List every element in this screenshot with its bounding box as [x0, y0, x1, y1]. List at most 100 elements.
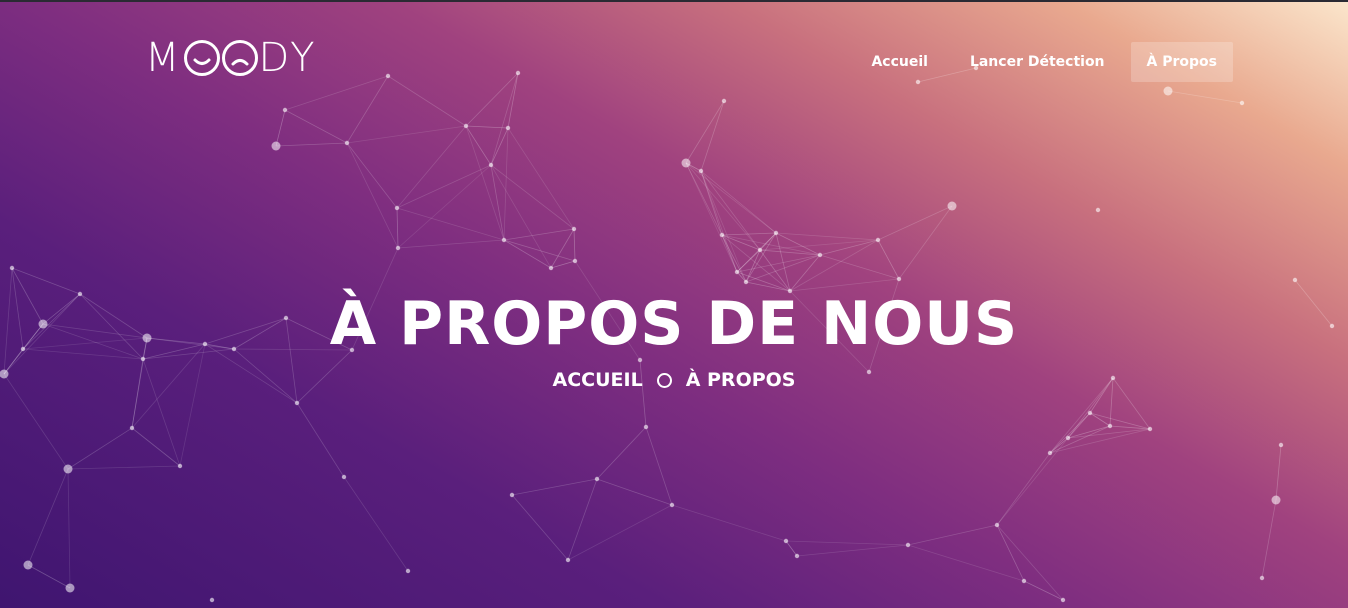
network-link — [1067, 428, 1151, 439]
network-link — [343, 476, 409, 572]
network-node — [1021, 578, 1027, 584]
network-node — [817, 252, 823, 258]
network-link — [503, 239, 552, 269]
network-link — [396, 164, 492, 209]
smile-face-icon — [183, 40, 220, 76]
logo-letters-dy: DY — [258, 35, 318, 81]
network-node — [129, 425, 135, 431]
network-node — [341, 474, 347, 480]
page-title: À PROPOS DE NOUS — [329, 289, 1019, 359]
network-node — [1259, 575, 1265, 581]
network-link — [131, 427, 181, 467]
network-node — [405, 568, 411, 574]
network-node — [947, 201, 957, 211]
logo[interactable]: M DY — [145, 36, 318, 80]
network-link — [396, 207, 505, 241]
network-link — [397, 164, 492, 249]
network-node — [23, 560, 33, 570]
network-node — [875, 237, 881, 243]
network-node — [1278, 442, 1284, 448]
network-link — [567, 504, 673, 561]
network-link — [700, 100, 725, 172]
network-link — [465, 125, 492, 166]
network-link — [721, 234, 747, 283]
network-link — [775, 232, 879, 241]
network-node — [1107, 423, 1113, 429]
nav-lancer-detection[interactable]: Lancer Détection — [954, 42, 1121, 82]
network-link — [745, 232, 777, 283]
navbar: M DY Accueil Lancer Détection À Propos — [0, 0, 1348, 100]
network-node — [9, 265, 15, 271]
network-link — [503, 239, 576, 262]
network-node — [1047, 450, 1053, 456]
network-node — [63, 464, 73, 474]
network-node — [177, 463, 183, 469]
network-link — [685, 162, 777, 234]
network-link — [275, 109, 286, 147]
network-node — [565, 557, 571, 563]
network-link — [1049, 412, 1091, 454]
network-link — [27, 564, 71, 589]
network-link — [397, 239, 505, 249]
network-link — [1261, 499, 1277, 579]
network-link — [1089, 412, 1111, 427]
network-link — [511, 494, 569, 561]
network-node — [994, 522, 1000, 528]
network-link — [877, 205, 953, 241]
network-node — [1292, 277, 1298, 283]
nav-a-propos[interactable]: À Propos — [1130, 42, 1233, 82]
network-link — [785, 540, 798, 557]
network-node — [757, 247, 763, 253]
network-node — [395, 245, 401, 251]
network-node — [1065, 435, 1071, 441]
network-node — [65, 583, 75, 593]
nav-accueil[interactable]: Accueil — [855, 42, 944, 82]
breadcrumb-home-link[interactable]: ACCUEIL — [553, 368, 643, 392]
network-node — [1239, 100, 1245, 106]
network-link — [1067, 425, 1111, 439]
network-link — [736, 249, 761, 273]
network-link — [346, 125, 467, 144]
logo-letter-m: M — [145, 35, 183, 81]
network-link — [1023, 580, 1064, 601]
network-link — [700, 170, 747, 283]
network-node — [572, 258, 578, 264]
network-node — [1271, 495, 1281, 505]
hero-title-block: À PROPOS DE NOUS ACCUEIL À PROPOS — [0, 288, 1348, 392]
network-node — [698, 168, 704, 174]
network-node — [488, 162, 494, 168]
network-link — [490, 127, 509, 166]
network-node — [294, 400, 300, 406]
network-node — [271, 141, 281, 151]
network-node — [548, 265, 554, 271]
network-node — [669, 502, 675, 508]
sad-face-icon — [221, 40, 258, 76]
network-link — [346, 142, 398, 209]
network-link — [67, 465, 181, 470]
network-node — [783, 538, 789, 544]
network-link — [346, 142, 399, 249]
network-node — [1095, 207, 1101, 213]
main-nav: Accueil Lancer Détection À Propos — [845, 42, 1233, 82]
network-link — [789, 239, 879, 292]
network-link — [877, 239, 900, 280]
network-link — [796, 544, 909, 557]
network-link — [898, 205, 953, 280]
network-node — [643, 424, 649, 430]
network-link — [996, 524, 1025, 582]
network-node — [509, 492, 515, 498]
network-node — [681, 158, 691, 168]
network-node — [1147, 426, 1153, 432]
network-node — [905, 542, 911, 548]
network-link — [27, 468, 69, 566]
breadcrumb-separator-icon — [656, 372, 672, 388]
network-link — [685, 100, 725, 164]
network-node — [1087, 410, 1093, 416]
network-link — [1275, 444, 1282, 501]
network-link — [907, 524, 998, 546]
network-link — [67, 427, 133, 470]
network-link — [396, 125, 467, 209]
network-node — [1060, 597, 1066, 603]
network-link — [465, 125, 505, 241]
network-link — [775, 232, 791, 292]
